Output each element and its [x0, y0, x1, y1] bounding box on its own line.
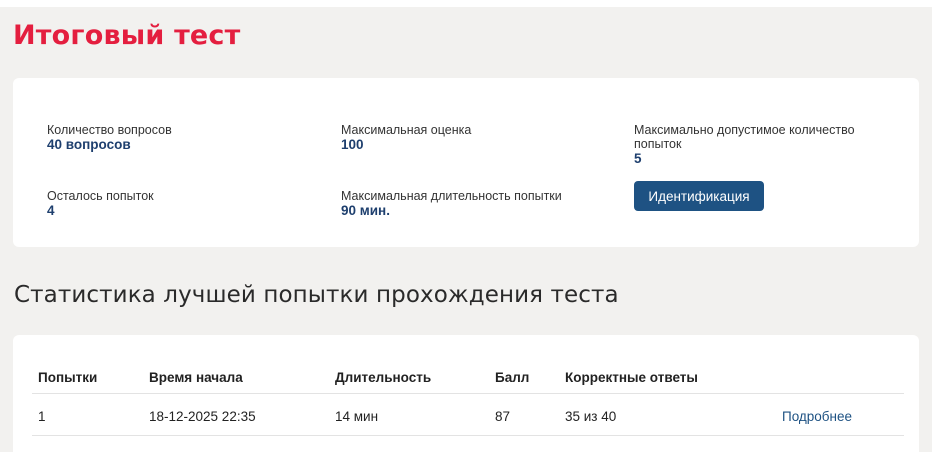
- page-title: Итоговый тест: [13, 20, 241, 51]
- max-duration-label: Максимальная длительность попытки: [341, 189, 562, 203]
- max-score-field: Максимальная оценка 100: [341, 123, 471, 153]
- max-attempts-value: 5: [634, 151, 642, 166]
- questions-count-field: Количество вопросов 40 вопросов: [47, 123, 172, 153]
- stats-table-card: Попытки Время начала Длительность Балл К…: [13, 335, 919, 452]
- header-correct-answers: Корректные ответы: [565, 370, 698, 385]
- row-start-time: 18-12-2025 22:35: [149, 409, 256, 424]
- header-score: Балл: [495, 370, 530, 385]
- row-correct-answers: 35 из 40: [565, 409, 617, 424]
- max-attempts-label-line1: Максимально допустимое количество: [634, 123, 855, 137]
- header-start-time: Время начала: [149, 370, 243, 385]
- max-attempts-field: Максимально допустимое количество попыто…: [634, 123, 855, 167]
- max-attempts-label-line2: попыток: [634, 137, 682, 151]
- row-attempt: 1: [38, 409, 46, 424]
- max-duration-field: Максимальная длительность попытки 90 мин…: [341, 189, 562, 219]
- remaining-attempts-value: 4: [47, 203, 55, 218]
- header-duration: Длительность: [335, 370, 432, 385]
- header-divider: [32, 393, 904, 394]
- row-score: 87: [495, 409, 511, 424]
- row-duration: 14 мин: [335, 409, 379, 424]
- page-background: Итоговый тест Количество вопросов 40 воп…: [0, 7, 932, 452]
- details-link[interactable]: Подробнее: [782, 409, 852, 424]
- row-divider: [32, 435, 904, 436]
- remaining-attempts-field: Осталось попыток 4: [47, 189, 154, 219]
- max-score-value: 100: [341, 137, 364, 152]
- max-score-label: Максимальная оценка: [341, 123, 472, 137]
- header-attempts: Попытки: [38, 370, 98, 385]
- remaining-attempts-label: Осталось попыток: [47, 189, 154, 203]
- max-duration-value: 90 мин.: [341, 203, 390, 218]
- stats-section-title: Статистика лучшей попытки прохождения те…: [14, 282, 619, 308]
- test-info-card: Количество вопросов 40 вопросов Максимал…: [13, 78, 919, 247]
- questions-count-label: Количество вопросов: [47, 123, 172, 137]
- questions-count-value: 40 вопросов: [47, 137, 131, 152]
- identification-button[interactable]: Идентификация: [634, 181, 764, 211]
